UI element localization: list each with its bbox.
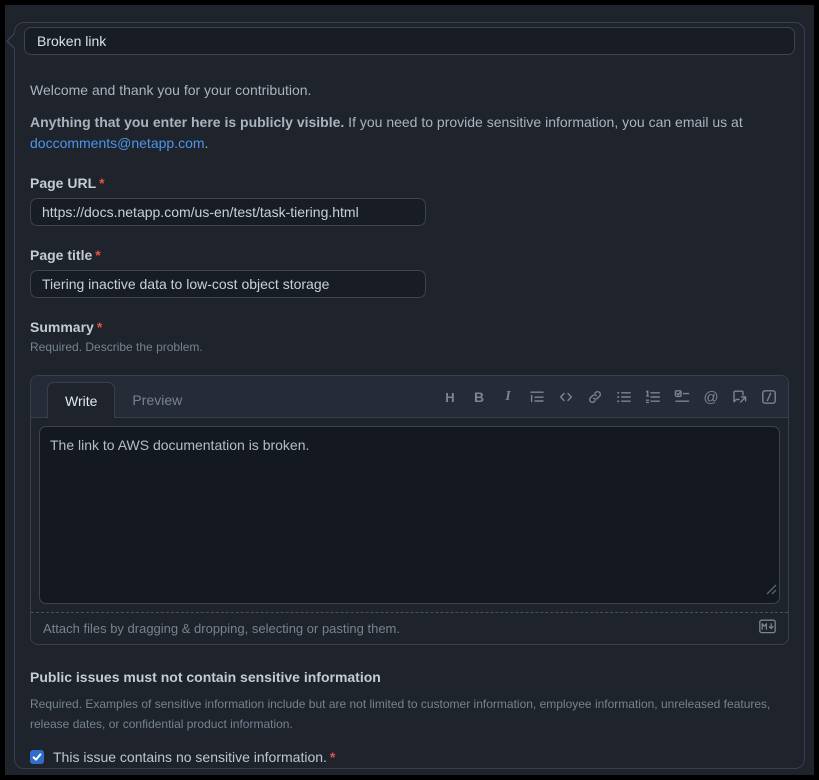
code-icon[interactable] <box>557 388 575 406</box>
attach-files-bar[interactable]: Attach files by dragging & dropping, sel… <box>31 612 788 644</box>
checkbox-required-asterisk: * <box>330 749 335 765</box>
resize-gripper-icon[interactable] <box>766 582 777 600</box>
visibility-rest-text: If you need to provide sensitive informa… <box>344 114 742 130</box>
welcome-text: Welcome and thank you for your contribut… <box>30 80 789 101</box>
page-url-input[interactable] <box>30 198 426 226</box>
summary-hint: Required. Describe the problem. <box>30 337 789 357</box>
page-url-required-asterisk: * <box>99 175 104 191</box>
italic-icon[interactable]: I <box>499 388 517 406</box>
issue-form-panel: Welcome and thank you for your contribut… <box>14 22 805 769</box>
quote-icon[interactable] <box>528 388 546 406</box>
markdown-editor: Write Preview H B I @ <box>30 375 789 645</box>
panel-caret <box>6 32 15 50</box>
summary-textarea[interactable]: The link to AWS documentation is broken. <box>39 426 780 604</box>
summary-required-asterisk: * <box>97 319 102 335</box>
slash-command-icon[interactable] <box>760 388 778 406</box>
sensitive-info-heading: Public issues must not contain sensitive… <box>30 669 789 685</box>
visibility-bold-text: Anything that you enter here is publicly… <box>30 114 344 130</box>
email-period: . <box>205 135 209 151</box>
sensitive-checkbox[interactable] <box>30 750 44 764</box>
page-title-label-text: Page title <box>30 247 92 263</box>
mention-icon[interactable]: @ <box>702 388 720 406</box>
page-url-label-text: Page URL <box>30 175 96 191</box>
markdown-icon[interactable] <box>759 619 776 637</box>
issue-title-input[interactable] <box>24 27 795 55</box>
sensitive-checkbox-label-text: This issue contains no sensitive informa… <box>53 749 327 765</box>
sensitive-checkbox-label[interactable]: This issue contains no sensitive informa… <box>53 749 335 765</box>
summary-label: Summary* <box>30 319 789 335</box>
visibility-note: Anything that you enter here is publicly… <box>30 112 789 133</box>
page-title-required-asterisk: * <box>95 247 100 263</box>
markdown-toolbar: H B I @ <box>441 382 778 417</box>
page-title-input[interactable] <box>30 270 426 298</box>
task-list-icon[interactable] <box>673 388 691 406</box>
cross-reference-icon[interactable] <box>731 388 749 406</box>
email-line: doccomments@netapp.com. <box>30 133 789 154</box>
email-link[interactable]: doccomments@netapp.com <box>30 135 205 151</box>
page-background: Welcome and thank you for your contribut… <box>5 5 814 775</box>
heading-icon[interactable]: H <box>441 388 459 406</box>
page-title-label: Page title* <box>30 247 789 263</box>
tab-preview[interactable]: Preview <box>115 382 199 417</box>
bold-icon[interactable]: B <box>470 388 488 406</box>
page-url-label: Page URL* <box>30 175 789 191</box>
link-icon[interactable] <box>586 388 604 406</box>
sensitive-checkbox-row: This issue contains no sensitive informa… <box>30 749 789 765</box>
editor-body: The link to AWS documentation is broken.… <box>31 418 788 644</box>
tab-write[interactable]: Write <box>47 382 115 418</box>
screenshot-frame: Welcome and thank you for your contribut… <box>0 0 819 780</box>
summary-label-text: Summary <box>30 319 94 335</box>
unordered-list-icon[interactable] <box>615 388 633 406</box>
sensitive-info-description: Required. Examples of sensitive informat… <box>30 694 789 734</box>
ordered-list-icon[interactable] <box>644 388 662 406</box>
attach-hint-text: Attach files by dragging & dropping, sel… <box>43 621 400 636</box>
editor-tab-bar: Write Preview H B I @ <box>31 376 788 418</box>
